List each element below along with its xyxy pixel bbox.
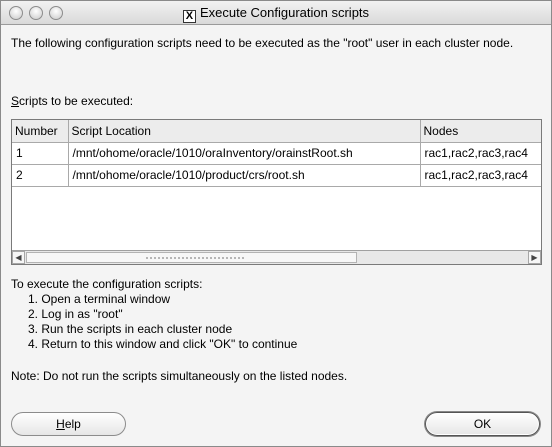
- x11-app-icon: X: [182, 10, 196, 23]
- ok-button[interactable]: OK: [425, 412, 540, 436]
- instructions: To execute the configuration scripts: 1.…: [11, 277, 297, 352]
- table-row[interactable]: 1 /mnt/ohome/oracle/1010/oraInventory/or…: [12, 142, 541, 165]
- title-bar[interactable]: X Execute Configuration scripts: [1, 1, 551, 25]
- scripts-label-text: cripts to be executed:: [19, 94, 134, 108]
- scripts-label-mnemonic: S: [11, 94, 20, 108]
- cell-script-location: /mnt/ohome/oracle/1010/oraInventory/orai…: [68, 142, 421, 165]
- column-header-number[interactable]: Number: [12, 120, 69, 143]
- table-header-row: Number Script Location Nodes: [12, 120, 541, 143]
- help-button[interactable]: Help: [11, 412, 126, 436]
- execute-config-scripts-dialog: X Execute Configuration scripts The follo…: [0, 0, 552, 447]
- step-item: 3. Run the scripts in each cluster node: [28, 322, 233, 336]
- scroll-left-arrow-icon[interactable]: ◀: [12, 251, 25, 264]
- step-item: 2. Log in as "root": [28, 307, 123, 321]
- cell-script-location: /mnt/ohome/oracle/1010/product/crs/root.…: [68, 164, 421, 187]
- scroll-right-arrow-icon[interactable]: ▶: [528, 251, 541, 264]
- instructions-heading: To execute the configuration scripts:: [11, 277, 203, 291]
- help-mnemonic: H: [56, 417, 65, 431]
- thumb-grip: [145, 256, 245, 260]
- window-title-group: X Execute Configuration scripts: [1, 5, 551, 23]
- step-item: 1. Open a terminal window: [28, 292, 171, 306]
- step-item: 4. Return to this window and click "OK" …: [28, 337, 298, 351]
- scrollbar-thumb[interactable]: [26, 252, 357, 263]
- instructions-steps: 1. Open a terminal window 2. Log in as "…: [28, 292, 297, 352]
- intro-text: The following configuration scripts need…: [11, 36, 514, 50]
- cell-nodes: rac1,rac2,rac3,rac4: [420, 142, 541, 165]
- table-row[interactable]: 2 /mnt/ohome/oracle/1010/product/crs/roo…: [12, 164, 541, 187]
- help-label: elp: [64, 417, 81, 431]
- column-header-script-location[interactable]: Script Location: [68, 120, 421, 143]
- window-title: Execute Configuration scripts: [199, 5, 370, 20]
- cell-number: 2: [12, 164, 69, 187]
- scripts-table[interactable]: Number Script Location Nodes 1 /mnt/ohom…: [11, 119, 542, 265]
- scripts-to-execute-label: Scripts to be executed:: [11, 94, 133, 108]
- note-text: Note: Do not run the scripts simultaneou…: [11, 369, 348, 383]
- column-header-nodes[interactable]: Nodes: [420, 120, 541, 143]
- cell-nodes: rac1,rac2,rac3,rac4: [420, 164, 541, 187]
- horizontal-scrollbar[interactable]: ◀ ▶: [12, 250, 541, 264]
- cell-number: 1: [12, 142, 69, 165]
